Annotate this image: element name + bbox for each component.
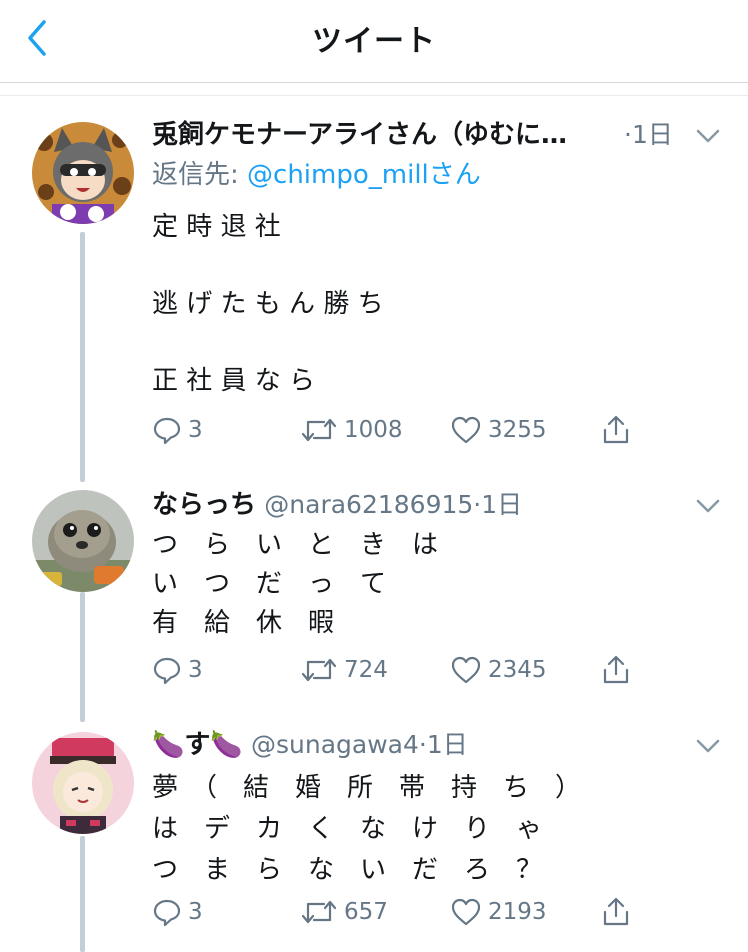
retweet-icon	[301, 658, 337, 682]
tweet[interactable]: 兎飼ケモナーアライさん（ゆむに… ·1日 返信先: @chimpo_millさん…	[0, 0, 748, 480]
like-count: 3255	[488, 417, 547, 443]
display-name[interactable]: ならっち	[152, 490, 256, 520]
retweet-count: 724	[344, 657, 388, 683]
tweet-text: 夢 （ 結 婚 所 帯 持 ち ） は デ カ く な け り ゃ つ ま ら …	[152, 773, 582, 885]
retweet-button[interactable]: 1008	[300, 412, 403, 448]
reply-to-label: 返信先:	[152, 160, 248, 190]
display-name[interactable]: 🍆す🍆	[152, 730, 243, 760]
heart-icon	[451, 656, 481, 684]
like-button[interactable]: 2345	[450, 652, 547, 688]
retweet-button[interactable]: 724	[300, 652, 388, 688]
reply-count: 3	[188, 417, 203, 443]
share-button[interactable]	[600, 894, 632, 930]
retweet-button[interactable]: 657	[300, 894, 388, 930]
tweet[interactable]: 🍆す🍆 @sunagawa4·1日 夢 （ 結 婚 所 帯 持 ち ） は デ …	[0, 720, 748, 952]
reply-count: 3	[188, 899, 203, 925]
reply-icon	[153, 657, 181, 685]
reply-button[interactable]: 3	[152, 652, 203, 688]
share-button[interactable]	[600, 652, 632, 688]
timestamp[interactable]: ·1日	[624, 118, 673, 152]
tweet-actions: 3 1008 3255	[152, 412, 632, 452]
tweet-actions: 3 657 2193	[152, 894, 632, 934]
display-name[interactable]: 兎飼ケモナーアライさん（ゆむに…	[152, 120, 567, 150]
tweet[interactable]: ならっち @nara62186915·1日 つ ら い と き は い つ だ …	[0, 480, 748, 720]
retweet-count: 657	[344, 899, 388, 925]
like-button[interactable]: 3255	[450, 412, 547, 448]
reply-to-line: 返信先: @chimpo_millさん	[152, 158, 481, 192]
avatar[interactable]	[32, 122, 134, 224]
mention-link[interactable]: @chimpo_millさん	[247, 160, 481, 190]
share-button[interactable]	[600, 412, 632, 448]
avatar[interactable]	[32, 490, 134, 592]
like-button[interactable]: 2193	[450, 894, 547, 930]
timestamp[interactable]: ·1日	[473, 490, 522, 519]
like-count: 2193	[488, 899, 547, 925]
tweet-header: ならっち @nara62186915·1日	[152, 488, 696, 522]
tweet-header: 兎飼ケモナーアライさん（ゆむに…	[152, 118, 628, 152]
retweet-icon	[301, 900, 337, 924]
reply-icon	[153, 417, 181, 445]
heart-icon	[451, 416, 481, 444]
handle[interactable]: @nara62186915	[264, 490, 473, 519]
chevron-down-icon[interactable]	[696, 128, 720, 144]
chevron-down-icon[interactable]	[696, 738, 720, 754]
share-icon	[603, 415, 629, 444]
share-icon	[603, 655, 629, 684]
handle[interactable]: @sunagawa4	[251, 730, 419, 759]
tweet-text: 定 時 退 社 逃 げ た も ん 勝 ち 正 社 員 な ら	[152, 212, 384, 396]
tweet-actions: 3 724 2345	[152, 652, 632, 692]
avatar[interactable]	[32, 732, 134, 834]
reply-button[interactable]: 3	[152, 894, 203, 930]
tweet-header: 🍆す🍆 @sunagawa4·1日	[152, 728, 696, 762]
share-icon	[603, 897, 629, 926]
chevron-down-icon[interactable]	[696, 498, 720, 514]
avatar-anime-girl-image	[32, 732, 134, 834]
retweet-icon	[301, 418, 337, 442]
reply-button[interactable]: 3	[152, 412, 203, 448]
reply-icon	[153, 899, 181, 927]
avatar-raccoon-girl-image	[32, 122, 134, 224]
timestamp[interactable]: ·1日	[419, 730, 468, 759]
retweet-count: 1008	[344, 417, 403, 443]
avatar-plush-toy-image	[32, 490, 134, 592]
reply-count: 3	[188, 657, 203, 683]
like-count: 2345	[488, 657, 547, 683]
heart-icon	[451, 898, 481, 926]
tweet-text: つ ら い と き は い つ だ っ て 有 給 休 暇	[152, 530, 439, 638]
